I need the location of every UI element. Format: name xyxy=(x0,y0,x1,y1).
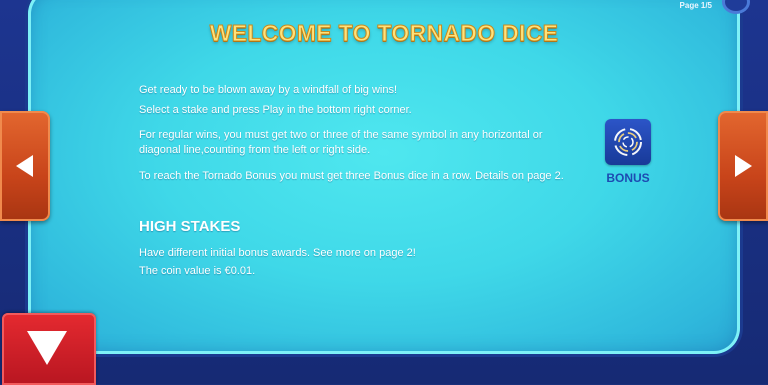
intro-line-1: Get ready to be blown away by a windfall… xyxy=(139,84,398,96)
intro-line-2: Select a stake and press Play in the bot… xyxy=(139,104,412,116)
high-stakes-title: HIGH STAKES xyxy=(139,218,241,235)
regular-wins-line-2: diagonal line,counting from the left or … xyxy=(139,144,371,156)
game-frame: Page 1/5 WELCOME TO TORNADO DICE Get rea… xyxy=(0,0,768,385)
tornado-swirl-icon xyxy=(605,119,651,165)
high-stakes-line-1: Have different initial bonus awards. See… xyxy=(139,247,416,259)
triangle-right-icon xyxy=(735,155,752,177)
high-stakes-text: Have different initial bonus awards. See… xyxy=(139,246,416,279)
page-indicator: Page 1/5 xyxy=(679,1,712,10)
bonus-label: BONUS xyxy=(606,171,650,185)
bonus-swirl-graphic xyxy=(614,128,642,156)
high-stakes-line-2: The coin value is €0.01. xyxy=(139,265,256,277)
next-page-button[interactable] xyxy=(718,111,768,221)
bonus-info-line: To reach the Tornado Bonus you must get … xyxy=(139,170,564,182)
close-info-button[interactable] xyxy=(2,313,96,385)
triangle-left-icon xyxy=(16,155,33,177)
page-title: WELCOME TO TORNADO DICE xyxy=(209,20,559,47)
regular-wins-text: For regular wins, you must get two or th… xyxy=(139,128,543,158)
bonus-info-text: To reach the Tornado Bonus you must get … xyxy=(139,169,564,184)
regular-wins-line-1: For regular wins, you must get two or th… xyxy=(139,129,543,141)
triangle-down-icon xyxy=(27,331,67,365)
intro-text: Get ready to be blown away by a windfall… xyxy=(139,83,412,118)
previous-page-button[interactable] xyxy=(0,111,50,221)
